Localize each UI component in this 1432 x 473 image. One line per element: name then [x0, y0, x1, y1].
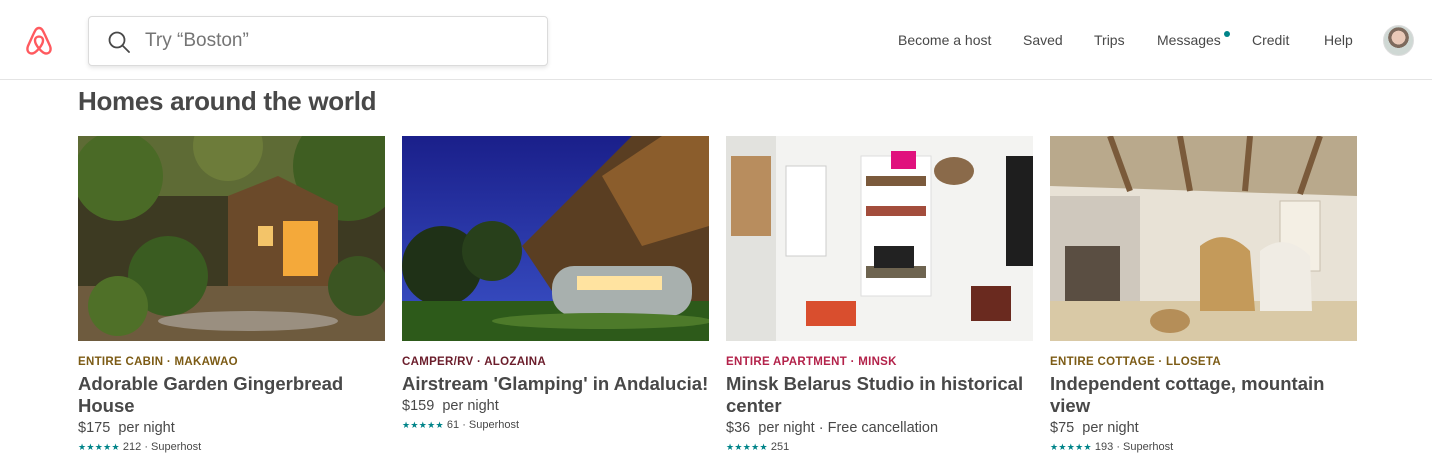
user-avatar[interactable] [1383, 25, 1414, 56]
listing-card[interactable]: ENTIRE COTTAGE · LLOSETA Independent cot… [1050, 136, 1358, 454]
top-header: Become a host Saved Trips Messages Credi… [0, 0, 1432, 80]
listing-reviews: ★★★★★ 193 · Superhost [1050, 441, 1174, 453]
search-icon [108, 31, 130, 53]
listing-title[interactable]: Airstream 'Glamping' in Andalucia! [402, 373, 710, 395]
listing-photo-airstream[interactable] [402, 136, 709, 341]
star-rating-icon: ★★★★★ [78, 442, 120, 452]
nav-saved[interactable]: Saved [1023, 32, 1063, 48]
section-title: Homes around the world [78, 86, 377, 116]
star-rating-icon: ★★★★★ [402, 420, 444, 430]
listing-reviews: ★★★★★ 212 · Superhost [78, 441, 202, 453]
listing-type: CAMPER/RV · ALOZAINA [402, 356, 546, 368]
listing-price: $175 per night [78, 420, 175, 436]
listing-reviews: ★★★★★ 251 [726, 441, 790, 453]
airbnb-logo-icon[interactable] [24, 24, 54, 56]
star-rating-icon: ★★★★★ [1050, 442, 1092, 452]
listing-photo-cottage[interactable] [1050, 136, 1357, 341]
star-rating-icon: ★★★★★ [726, 442, 768, 452]
listing-type: ENTIRE APARTMENT · MINSK [726, 356, 897, 368]
listing-type: ENTIRE COTTAGE · LLOSETA [1050, 356, 1221, 368]
nav-messages[interactable]: Messages [1157, 32, 1221, 48]
listing-photo-apartment[interactable] [726, 136, 1033, 341]
listing-card[interactable]: CAMPER/RV · ALOZAINA Airstream 'Glamping… [402, 136, 710, 432]
nav-credit[interactable]: Credit [1252, 32, 1289, 48]
listing-price: $36 per night · Free cancellation [726, 420, 939, 436]
unread-messages-dot [1224, 31, 1230, 37]
nav-help[interactable]: Help [1324, 32, 1353, 48]
listing-card[interactable]: ENTIRE APARTMENT · MINSK Minsk Belarus S… [726, 136, 1034, 454]
listing-price: $159 per night [402, 398, 499, 414]
listing-title[interactable]: Independent cottage, mountain view [1050, 373, 1358, 417]
listing-card[interactable]: ENTIRE CABIN · MAKAWAO Adorable Garden G… [78, 136, 386, 454]
nav-trips[interactable]: Trips [1094, 32, 1125, 48]
listing-photo-cabin[interactable] [78, 136, 385, 341]
listing-reviews: ★★★★★ 61 · Superhost [402, 419, 520, 431]
search-box[interactable] [88, 16, 548, 66]
listing-price: $75 per night [1050, 420, 1139, 436]
listing-title[interactable]: Adorable Garden Gingerbread House [78, 373, 386, 417]
listing-type: ENTIRE CABIN · MAKAWAO [78, 356, 238, 368]
nav-become-host[interactable]: Become a host [898, 32, 991, 48]
search-input[interactable] [145, 27, 525, 55]
listing-title[interactable]: Minsk Belarus Studio in historical cente… [726, 373, 1034, 417]
